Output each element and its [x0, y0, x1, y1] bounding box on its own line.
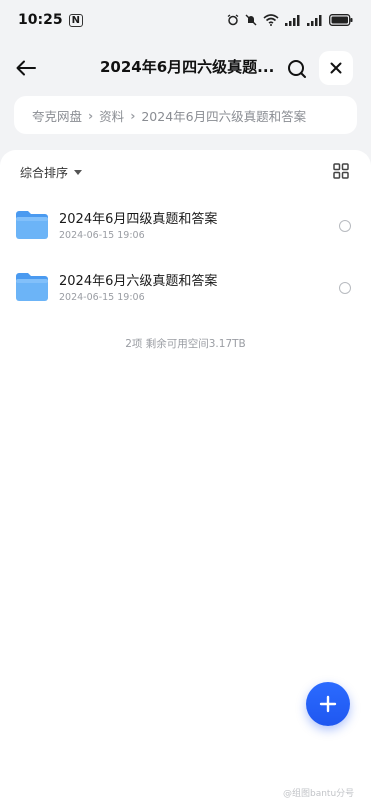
arrow-left-icon	[16, 60, 36, 76]
mute-icon	[245, 14, 257, 26]
status-time: 10:25	[18, 12, 63, 28]
breadcrumb-item-root[interactable]: 夸克网盘	[32, 106, 82, 125]
back-button[interactable]	[12, 54, 40, 82]
storage-summary: 2项 剩余可用空间3.17TB	[125, 338, 246, 350]
folder-icon	[16, 211, 48, 239]
grid-view-icon[interactable]	[333, 163, 349, 179]
alarm-icon	[227, 14, 239, 26]
chevron-right-icon: ›	[88, 107, 94, 123]
file-list-panel: 综合排序 2024年6月四级真题和答案 2024-06-15 19:06 202…	[0, 150, 371, 800]
sort-label: 综合排序	[20, 166, 69, 180]
wifi-icon	[263, 14, 279, 26]
signal-icon-2	[307, 14, 322, 26]
file-date: 2024-06-15 19:06	[59, 292, 145, 303]
folder-icon	[16, 273, 48, 301]
list-item[interactable]: 2024年6月六级真题和答案 2024-06-15 19:06	[0, 264, 371, 314]
breadcrumb-item-folder[interactable]: 资料	[99, 106, 124, 125]
sort-dropdown[interactable]: 综合排序	[20, 164, 83, 181]
signal-icon	[285, 14, 300, 26]
select-checkbox[interactable]	[339, 220, 351, 232]
file-date: 2024-06-15 19:06	[59, 230, 145, 241]
battery-icon	[329, 14, 353, 26]
breadcrumb: 夸克网盘 › 资料 › 2024年6月四六级真题和答案	[14, 96, 357, 134]
status-icons	[227, 14, 353, 26]
select-checkbox[interactable]	[339, 282, 351, 294]
top-bar: 2024年6月四六级真题...	[0, 46, 371, 90]
watermark: @组图bantu分号	[283, 789, 355, 799]
file-name: 2024年6月六级真题和答案	[59, 274, 218, 289]
breadcrumb-item-current: 2024年6月四六级真题和答案	[141, 108, 307, 124]
status-bar: 10:25 N	[0, 0, 371, 40]
close-icon	[330, 62, 342, 74]
list-item[interactable]: 2024年6月四级真题和答案 2024-06-15 19:06	[0, 202, 371, 252]
file-name: 2024年6月四级真题和答案	[59, 212, 218, 227]
chevron-right-icon: ›	[130, 107, 136, 123]
page-title: 2024年6月四六级真题...	[100, 58, 275, 76]
search-button[interactable]	[283, 55, 311, 83]
nfc-icon: N	[68, 13, 83, 27]
caret-down-icon	[74, 170, 83, 175]
close-button[interactable]	[319, 51, 353, 85]
plus-icon	[319, 695, 337, 713]
add-button[interactable]	[306, 682, 350, 726]
search-icon	[288, 60, 306, 78]
